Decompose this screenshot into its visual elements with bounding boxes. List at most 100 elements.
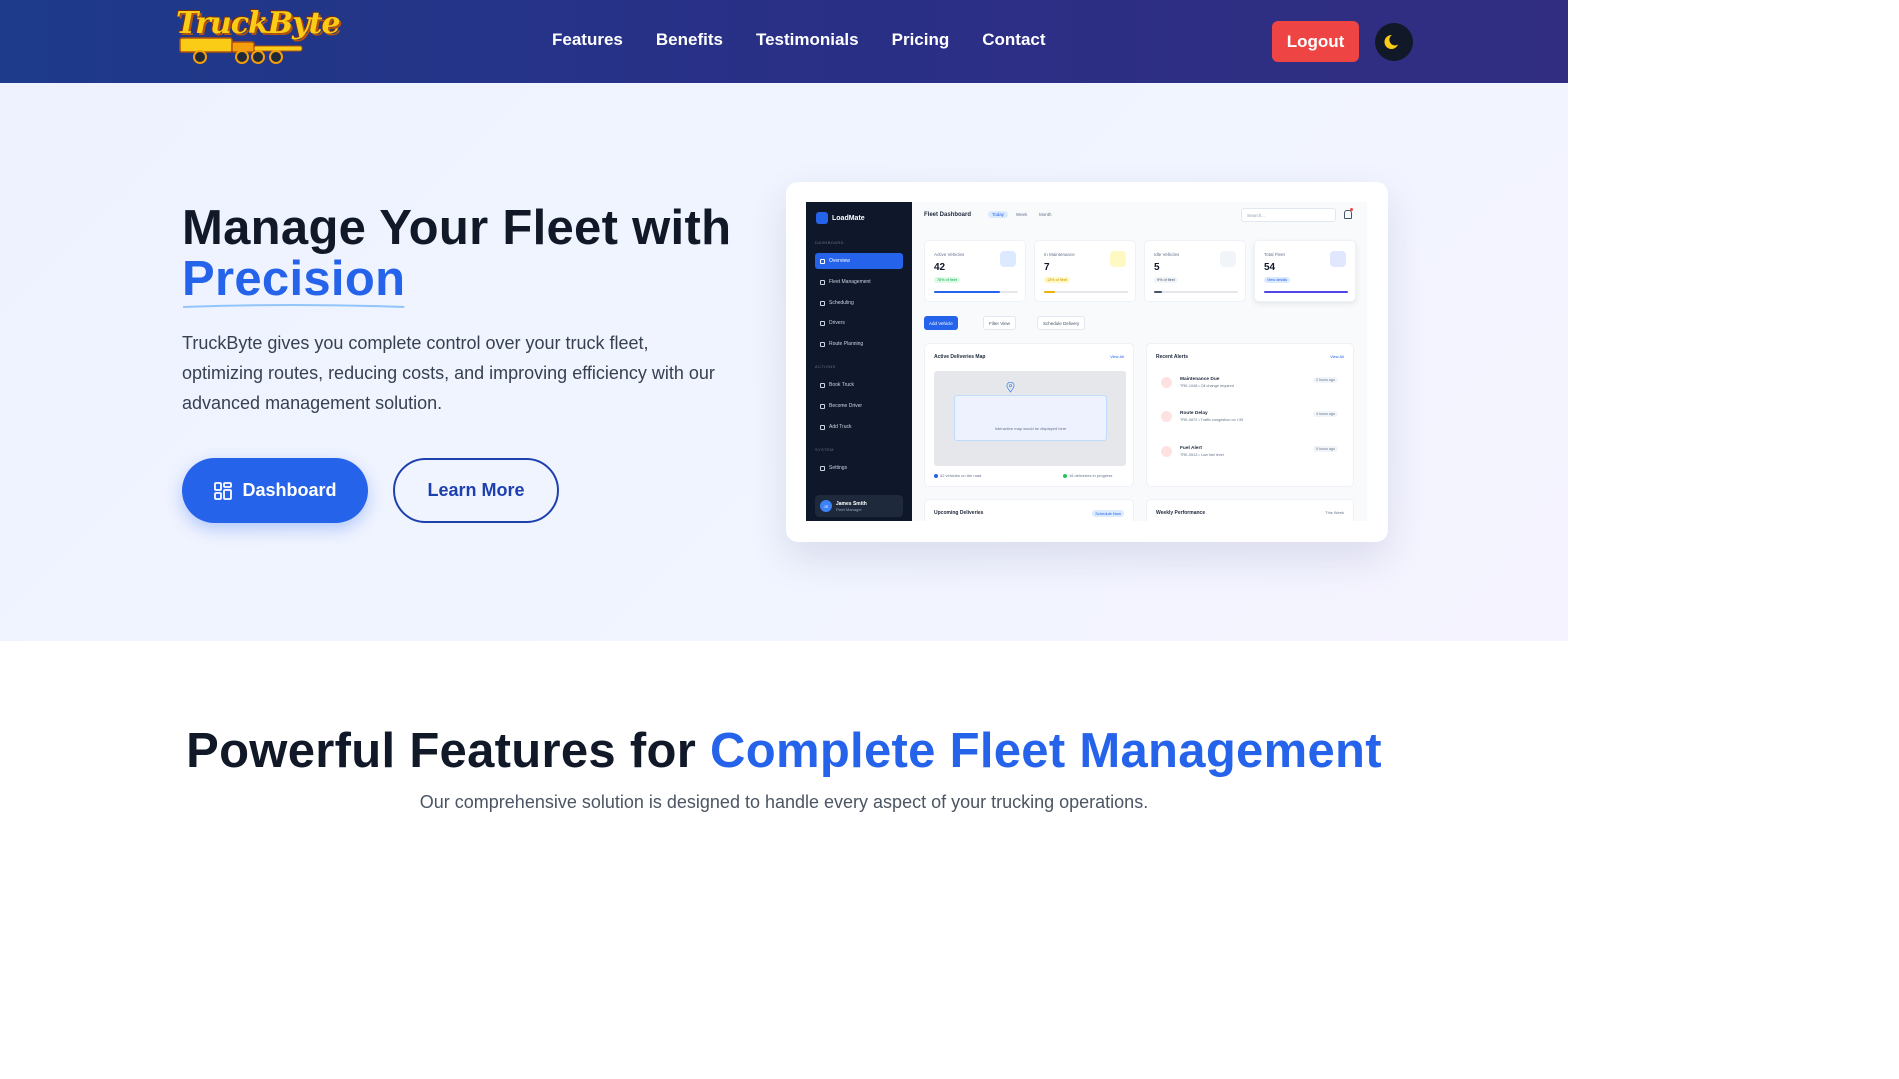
truck-icon (1000, 251, 1016, 267)
preview-sidebar: LoadMate DASHBOARD Overview Fleet Manage… (806, 202, 912, 521)
preview-title: Fleet Dashboard (924, 212, 972, 218)
sidebar-item-label: Route Planning (829, 341, 864, 347)
preview-brand-name: LoadMate (832, 214, 865, 222)
panel-title: Upcoming Deliveries (934, 510, 984, 516)
stat-progress (934, 291, 1018, 293)
grid-icon (214, 481, 233, 500)
stat-card-total: Total Fleet 54 View details (1254, 240, 1356, 302)
panel-view-all: View All (1110, 354, 1124, 359)
features-subtitle: Our comprehensive solution is designed t… (419, 792, 1149, 812)
panel-action: Schedule Now (1092, 510, 1124, 517)
preview-tab-week: Week (1016, 212, 1028, 217)
nav-link-pricing[interactable]: Pricing (892, 30, 950, 50)
stat-value: 7 (1044, 262, 1050, 273)
alert-time: 4 hours ago (1313, 411, 1338, 417)
truck-icon (816, 212, 828, 224)
map-placeholder: Interactive map would be displayed here (934, 371, 1126, 466)
map-legend-progress: 16 deliveries in progress (1063, 473, 1112, 478)
alert-title: Maintenance Due (1180, 377, 1220, 382)
preview-search: Search... (1241, 208, 1336, 222)
features-title-plain: Powerful Features for (186, 724, 711, 778)
sidebar-section-system: SYSTEM (815, 447, 834, 452)
nav-link-contact[interactable]: Contact (982, 30, 1045, 50)
sidebar-item-fleet: Fleet Management (815, 274, 903, 290)
sidebar-item-settings: Settings (815, 460, 903, 476)
alert-title: Fuel Alert (1180, 446, 1202, 451)
sidebar-item-drivers: Drivers (815, 315, 903, 331)
notification-dot (1350, 208, 1353, 211)
alert-item: Fuel Alert TRK-0513 • Low fuel level 5 h… (1156, 441, 1344, 467)
alert-sub: TRK-0872 • Traffic congestion on I-95 (1180, 418, 1244, 422)
sidebar-item-label: Become Driver (829, 403, 863, 409)
alert-time: 5 hours ago (1313, 446, 1338, 452)
nav-link-features[interactable]: Features (552, 30, 623, 50)
stat-card-idle: Idle Vehicles 5 9% of fleet (1144, 240, 1246, 302)
preview-upcoming-panel: Upcoming Deliveries Schedule Now (924, 499, 1134, 521)
alert-item: Maintenance Due TRK-1048 • Oil change re… (1156, 372, 1344, 398)
alert-sub: TRK-1048 • Oil change required (1180, 384, 1234, 388)
preview-map-panel: Active Deliveries Map View All Interacti… (924, 343, 1134, 487)
stat-progress (1154, 291, 1238, 293)
sidebar-item-become-driver: Become Driver (815, 398, 903, 414)
dashboard-preview-card: LoadMate DASHBOARD Overview Fleet Manage… (786, 182, 1388, 542)
stat-badge: 13% of fleet (1044, 277, 1071, 283)
sidebar-item-scheduling: Scheduling (815, 295, 903, 311)
map-legend-road: 42 vehicles on the road (934, 473, 981, 478)
features-title: Powerful Features for Complete Fleet Man… (0, 723, 1568, 779)
sidebar-item-book: Book Truck (815, 377, 903, 393)
truck-logo-icon (179, 37, 303, 64)
map-pin-icon (1006, 382, 1015, 393)
alert-title: Route Delay (1180, 411, 1208, 416)
calendar-icon (820, 300, 825, 306)
stat-progress (1264, 291, 1348, 293)
preview-tab-today: Today (988, 211, 1009, 218)
alert-item: Route Delay TRK-0872 • Traffic congestio… (1156, 406, 1344, 432)
accent-underline (183, 304, 405, 308)
preview-filter-button: Filter View (983, 316, 1016, 330)
preview-add-vehicle-button: Add Vehicle (924, 316, 958, 330)
logout-button[interactable]: Logout (1272, 21, 1359, 62)
panel-view-all: View All (1330, 354, 1344, 359)
map-placeholder-text: Interactive map would be displayed here (954, 395, 1107, 441)
theme-toggle-button[interactable] (1375, 23, 1413, 61)
panel-title: Recent Alerts (1156, 354, 1189, 360)
gear-icon (820, 465, 825, 471)
plus-icon (820, 424, 825, 430)
preview-alerts-panel: Recent Alerts View All Maintenance Due T… (1146, 343, 1354, 487)
sidebar-item-label: Fleet Management (829, 279, 871, 285)
sidebar-item-label: Book Truck (829, 382, 855, 388)
stat-label: In Maintenance (1044, 252, 1075, 257)
avatar: JS (820, 500, 832, 512)
hero-title-accent: Precision (182, 254, 405, 308)
alert-sub: TRK-0513 • Low fuel level (1180, 453, 1224, 457)
dashboard-button[interactable]: Dashboard (182, 458, 368, 523)
sidebar-item-overview: Overview (815, 253, 903, 269)
sidebar-item-label: Settings (829, 465, 848, 471)
preview-weekly-panel: Weekly Performance This Week (1146, 499, 1354, 521)
stat-badge: 9% of fleet (1154, 277, 1178, 283)
user-role: Fleet Manager (836, 506, 862, 512)
truckbyte-logo[interactable]: TruckByte (170, 4, 341, 66)
warning-icon (1161, 411, 1172, 422)
stat-label: Idle Vehicles (1154, 252, 1180, 257)
nav-link-testimonials[interactable]: Testimonials (756, 30, 859, 50)
sidebar-section-actions: ACTIONS (815, 364, 836, 369)
bell-icon (1344, 210, 1352, 219)
stat-value: 54 (1264, 262, 1276, 273)
sidebar-item-label: Add Truck (829, 424, 852, 430)
preview-user-card: JS James Smith Fleet Manager (815, 495, 903, 517)
sidebar-section-dashboard: DASHBOARD (815, 240, 844, 245)
panel-title: Active Deliveries Map (934, 354, 986, 360)
user-name: James Smith (836, 500, 867, 507)
hero-title-line1: Manage Your Fleet with (182, 201, 732, 255)
stat-label: Active Vehicles (934, 252, 965, 257)
sidebar-item-route: Route Planning (815, 336, 903, 352)
chart-icon (820, 258, 825, 264)
top-navbar: TruckByte Features Benefits Testimonials… (0, 0, 1568, 83)
learn-more-button[interactable]: Learn More (393, 458, 559, 523)
stat-card-maintenance: In Maintenance 7 13% of fleet (1034, 240, 1136, 302)
hero-title: Manage Your Fleet with Precision (182, 201, 732, 308)
nav-link-benefits[interactable]: Benefits (656, 30, 723, 50)
dashboard-preview: LoadMate DASHBOARD Overview Fleet Manage… (806, 202, 1367, 521)
hero-section: Manage Your Fleet with Precision TruckBy… (0, 83, 1568, 641)
